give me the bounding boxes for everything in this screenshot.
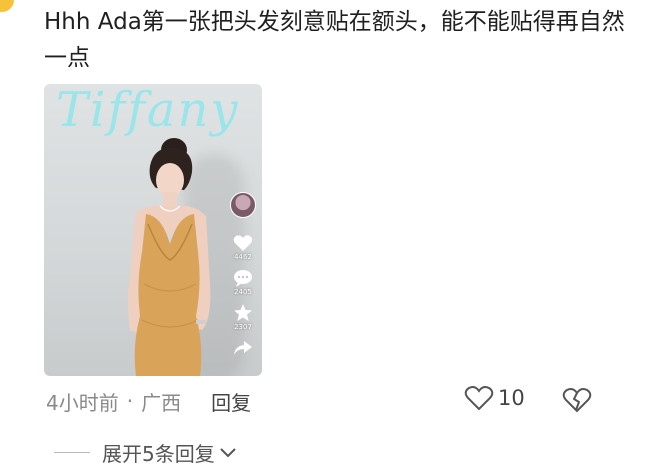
video-side-controls: 4462 2405 2307 — [228, 192, 258, 365]
expand-replies-label: 展开5条回复 — [102, 442, 215, 466]
meta-separator: · — [126, 389, 134, 413]
video-favorite-count: 2307 — [234, 323, 252, 331]
reply-button[interactable]: 回复 — [211, 387, 251, 416]
share-arrow-icon — [234, 341, 252, 355]
heart-icon — [233, 235, 253, 251]
heart-outline-icon — [464, 386, 494, 411]
video-like-count: 4462 — [234, 253, 252, 261]
video-comment-button[interactable]: 2405 — [233, 269, 253, 296]
divider-line — [54, 452, 90, 453]
video-comment-count: 2405 — [234, 288, 252, 296]
comment-location: 广西 — [141, 390, 182, 415]
comment-time: 4小时前 — [46, 390, 119, 415]
comment-image[interactable]: Tiffany 4462 2405 2307 — [44, 84, 262, 376]
like-count: 10 — [498, 386, 525, 410]
video-favorite-button[interactable]: 2307 — [233, 304, 253, 331]
comment-text: Hhh Ada第一张把头发刻意贴在额头，能不能贴得再自然一点 — [44, 9, 625, 71]
broken-heart-icon[interactable] — [562, 386, 592, 414]
creator-avatar[interactable] — [230, 192, 256, 218]
like-button[interactable]: 10 — [464, 384, 525, 412]
star-icon — [234, 304, 252, 321]
video-share-button[interactable] — [233, 339, 253, 357]
user-avatar[interactable] — [0, 0, 14, 12]
comment-bubble-icon — [234, 270, 252, 287]
expand-replies-button[interactable]: 展开5条回复 — [54, 438, 237, 467]
comment-meta: 4小时前 · 广西 回复 — [46, 386, 251, 416]
chevron-down-icon — [220, 447, 236, 457]
video-like-button[interactable]: 4462 — [233, 234, 253, 261]
